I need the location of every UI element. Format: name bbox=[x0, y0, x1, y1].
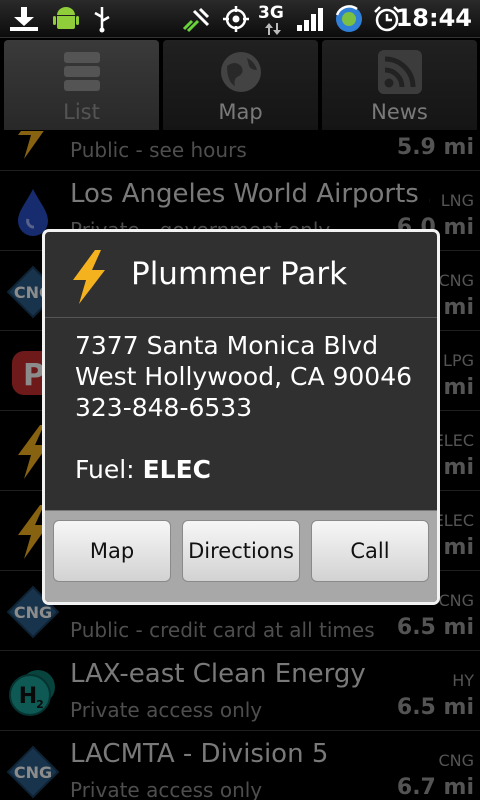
gps-icon bbox=[223, 6, 249, 32]
address-line-2: West Hollywood, CA 90046 bbox=[75, 362, 413, 391]
station-dialog: Plummer Park 7377 Santa Monica Blvd West… bbox=[42, 229, 440, 605]
map-button[interactable]: Map bbox=[53, 520, 171, 582]
lightning-icon bbox=[73, 250, 105, 304]
fuel-line: Fuel: ELEC bbox=[75, 454, 412, 485]
call-button[interactable]: Call bbox=[311, 520, 429, 582]
dialog-button-bar: Map Directions Call bbox=[45, 510, 437, 602]
clock: 18:44 bbox=[395, 4, 472, 32]
signal-sync-icon bbox=[182, 7, 210, 33]
phone-number: 323-848-6533 bbox=[75, 393, 253, 422]
network-type-label: 3G bbox=[258, 3, 284, 23]
fuel-label: Fuel: bbox=[75, 455, 135, 484]
download-icon bbox=[10, 7, 38, 31]
android-icon bbox=[53, 7, 79, 29]
status-bar: 3G 18:44 bbox=[0, 0, 480, 38]
dialog-title: Plummer Park bbox=[131, 256, 348, 292]
fuel-value: ELEC bbox=[142, 455, 211, 484]
network-3g-icon: 3G bbox=[258, 3, 288, 35]
signal-strength-icon bbox=[297, 8, 323, 31]
dialog-body: 7377 Santa Monica Blvd West Hollywood, C… bbox=[75, 330, 412, 485]
browser-sync-icon bbox=[335, 5, 362, 32]
address-line-1: 7377 Santa Monica Blvd bbox=[75, 331, 379, 360]
usb-icon bbox=[94, 7, 110, 33]
dialog-header: Plummer Park bbox=[45, 232, 437, 318]
directions-button[interactable]: Directions bbox=[182, 520, 300, 582]
